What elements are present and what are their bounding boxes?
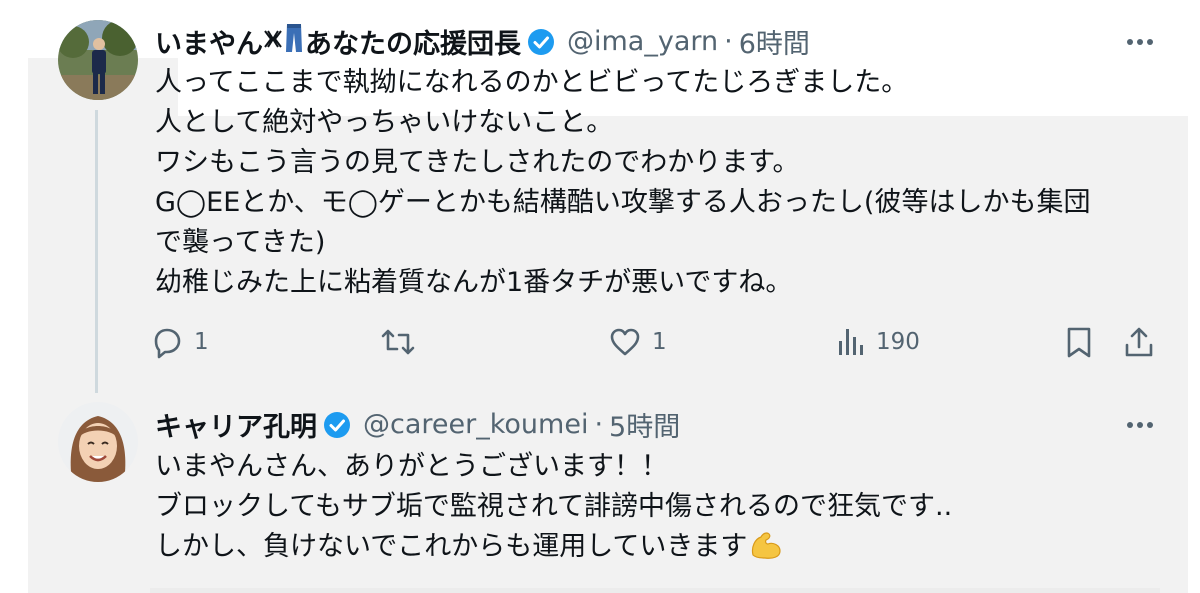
reply-button[interactable]: 1 [150,322,209,362]
tweet-body: 人ってここまで執拗になれるのかとビビってたじろぎました。 人として絶対やっちゃい… [155,63,1090,303]
next-row-edge [150,588,1160,593]
tweet-line: で襲ってきた) [155,227,326,258]
tweet-line-with-emoji: しかし、負けないでこれからも運用していきます [155,527,952,567]
tweet-header: いまやん あなたの応援団長 @ima_yarn · 6時間 [155,22,810,61]
tweet-actions: 1 1 190 [150,322,1160,362]
thread-connector-line [95,110,98,393]
share-button[interactable] [1122,322,1156,362]
retweet-button[interactable] [380,322,426,362]
user-handle[interactable]: @career_koumei [363,409,588,440]
share-icon [1125,327,1153,357]
reply-count: 1 [194,329,209,355]
user-handle[interactable]: @ima_yarn [567,26,718,57]
avatar-ima-yarn[interactable] [58,20,138,100]
x-logo-icon [263,26,283,57]
like-count: 1 [652,329,667,355]
bookmark-icon [1067,327,1091,358]
more-options-button[interactable] [1123,415,1157,435]
avatar-image [58,20,138,100]
jeans-icon [283,23,305,60]
tweet-line: ワシもこう言うの見てきたしされたのでわかります。 [155,147,800,178]
display-name-suffix[interactable]: あなたの応援団長 [305,22,521,61]
views-icon [839,329,863,355]
tweet-line: 人ってここまで執拗になれるのかとビビってたじろぎました。 [155,67,909,98]
more-icon [1127,39,1153,45]
separator-dot: · [594,409,604,440]
tweet-line: しかし、負けないでこれからも運用していきます [155,531,748,562]
tweet-header: キャリア孔明 @career_koumei · 5時間 [155,405,680,444]
timestamp[interactable]: 5時間 [609,405,680,444]
timestamp[interactable]: 6時間 [739,22,810,61]
tweet-body: いまやんさん、ありがとうございます！！ ブロックしてもサブ垢で監視されて誹謗中傷… [155,447,952,567]
flexed-biceps-icon [749,529,783,573]
tweet-line: 人として絶対やっちゃいけないこと。 [155,107,614,138]
views-button[interactable]: 190 [836,322,920,362]
bookmark-button[interactable] [1064,322,1094,362]
avatar-image [58,402,138,482]
tweet-line: 幼稚じみた上に粘着質なんが1番タチが悪いですね。 [155,267,793,298]
display-name[interactable]: キャリア孔明 [155,405,317,444]
avatar-career-koumei[interactable] [58,402,138,482]
views-count: 190 [876,329,920,355]
verified-badge-icon [323,411,351,439]
verified-badge-icon [527,28,555,56]
tweet-line: G◯EEとか、モ◯ゲーとかも結構酷い攻撃する人おったし(彼等はしかも集団 [155,187,1091,218]
more-icon [1127,422,1153,428]
reply-icon [154,328,181,359]
tweet-line: ブロックしてもサブ垢で監視されて誹謗中傷されるので狂気です.. [155,491,953,522]
retweet-icon [381,329,415,355]
tweet-thread: いまやん あなたの応援団長 @ima_yarn · 6時間 人ってここまで執拗に… [0,0,1200,593]
more-options-button[interactable] [1123,32,1157,52]
heart-icon [610,328,640,356]
separator-dot: · [724,26,733,57]
tweet-line: いまやんさん、ありがとうございます！！ [155,451,668,482]
display-name[interactable]: いまやん [155,22,263,61]
like-button[interactable]: 1 [608,322,667,362]
